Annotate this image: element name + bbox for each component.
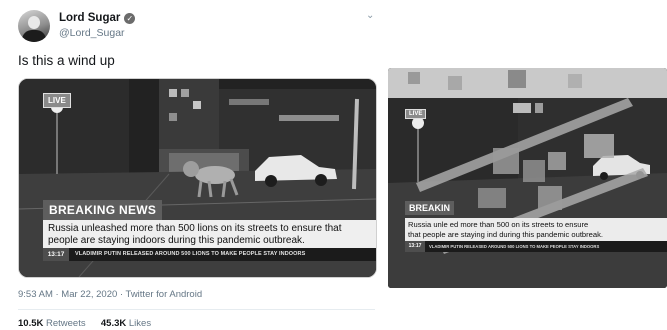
live-badge: LIVE — [43, 93, 71, 108]
chevron-down-icon[interactable]: ⌄ — [366, 10, 374, 21]
author-row[interactable]: Lord Sugar ✓ — [59, 12, 136, 24]
user-handle[interactable]: @Lord_Sugar — [59, 27, 125, 39]
tweet-text: Is this a wind up — [18, 53, 115, 68]
ticker-time: 13:17 — [43, 248, 69, 261]
tweet-media-image[interactable]: LIVE BREAKING NEWS Russia unleashed more… — [18, 78, 377, 278]
display-name[interactable]: Lord Sugar — [59, 12, 120, 24]
news-ticker: 13:17 VLADIMIR PUTIN RELEASED AROUND 500… — [43, 248, 376, 261]
ticker-text: VLADIMIR PUTIN RELEASED AROUND 500 LIONS… — [75, 251, 306, 257]
comparison-breaking-label: BREAKIN — [405, 201, 455, 215]
avatar[interactable] — [18, 10, 50, 42]
retweets-label[interactable]: Retweets — [46, 318, 86, 329]
tweet-timestamp[interactable]: 9:53 AM · Mar 22, 2020 · Twitter for And… — [18, 289, 202, 300]
comparison-headline-line-2: that people are staying ind during this … — [408, 229, 604, 239]
engagement-stats: 10.5K Retweets 45.3K Likes — [18, 318, 151, 329]
likes-label[interactable]: Likes — [129, 318, 151, 329]
retweets-count[interactable]: 10.5K — [18, 318, 43, 329]
comparison-headline-line-1: Russia unle ed more than 500 on its stre… — [408, 220, 589, 229]
likes-count[interactable]: 45.3K — [101, 318, 126, 329]
verified-badge-icon: ✓ — [124, 12, 136, 24]
comparison-ticker-text: VLADIMIR PUTIN RELEASED AROUND 500 LIONS… — [429, 244, 600, 249]
annotation-overlay — [416, 98, 648, 254]
comparison-headline: Russia unle ed more than 500 on its stre… — [405, 218, 667, 241]
comparison-ticker: 13:17 VLADIMIR PUTIN RELEASED AROUND 500… — [405, 241, 667, 252]
divider — [18, 309, 375, 310]
news-headline: Russia unleashed more than 500 lions on … — [43, 220, 376, 250]
comparison-image: LIVE BREAKIN Russia unle ed more than 50… — [388, 68, 667, 288]
comparison-ticker-time: 13:17 — [405, 241, 425, 252]
comparison-live-badge: LIVE — [405, 109, 427, 119]
breaking-news-label: BREAKING NEWS — [43, 200, 163, 220]
tweet-card: Lord Sugar ✓ @Lord_Sugar ⌄ Is this a win… — [0, 0, 385, 330]
